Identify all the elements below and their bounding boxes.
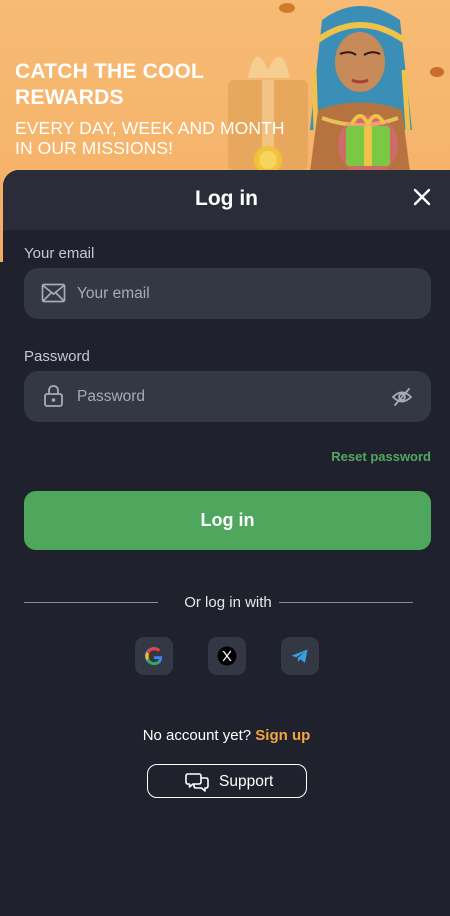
login-button[interactable]: Log in xyxy=(24,491,431,550)
password-label: Password xyxy=(24,348,90,365)
login-sheet: Log in Your email Password xyxy=(3,170,450,916)
divider-line-right xyxy=(279,602,413,603)
email-input[interactable] xyxy=(77,268,377,319)
promo-subtitle: EVERY DAY, WEEK AND MONTH IN OUR MISSION… xyxy=(15,118,335,158)
promo-subtitle-line-2: IN OUR MISSIONS! xyxy=(15,138,174,158)
telegram-login-button[interactable] xyxy=(281,637,319,675)
signup-link[interactable]: Sign up xyxy=(255,727,310,744)
email-field[interactable] xyxy=(24,268,431,319)
chat-bubbles-icon xyxy=(185,773,209,792)
divider-line-left xyxy=(24,602,158,603)
password-field[interactable] xyxy=(24,371,431,422)
close-icon xyxy=(413,188,431,206)
email-label: Your email xyxy=(24,245,95,262)
promo-headline: CATCH THE COOL REWARDS xyxy=(15,59,245,111)
sheet-title: Log in xyxy=(195,187,258,210)
password-input[interactable] xyxy=(77,371,377,422)
sheet-header: Log in xyxy=(3,170,450,230)
x-login-button[interactable] xyxy=(208,637,246,675)
support-button[interactable]: Support xyxy=(147,764,307,798)
close-button[interactable] xyxy=(410,185,434,209)
telegram-icon xyxy=(292,649,308,663)
signup-prompt-row: No account yet? Sign up xyxy=(3,727,450,744)
promo-subtitle-line-1: EVERY DAY, WEEK AND MONTH xyxy=(15,118,285,138)
google-login-button[interactable] xyxy=(135,637,173,675)
eye-off-icon xyxy=(391,388,413,406)
lock-icon xyxy=(44,385,63,407)
toggle-password-visibility-button[interactable] xyxy=(391,386,413,408)
reset-password-link[interactable]: Reset password xyxy=(303,449,431,464)
promo-headline-line-1: CATCH THE COOL xyxy=(15,60,205,83)
x-icon xyxy=(217,646,237,666)
promo-headline-line-2: REWARDS xyxy=(15,86,124,109)
login-page: CATCH THE COOL REWARDS EVERY DAY, WEEK A… xyxy=(0,0,450,916)
google-icon xyxy=(144,647,163,666)
signup-prompt-text: No account yet? xyxy=(142,727,252,744)
envelope-icon xyxy=(41,283,66,303)
support-button-label: Support xyxy=(219,773,274,790)
